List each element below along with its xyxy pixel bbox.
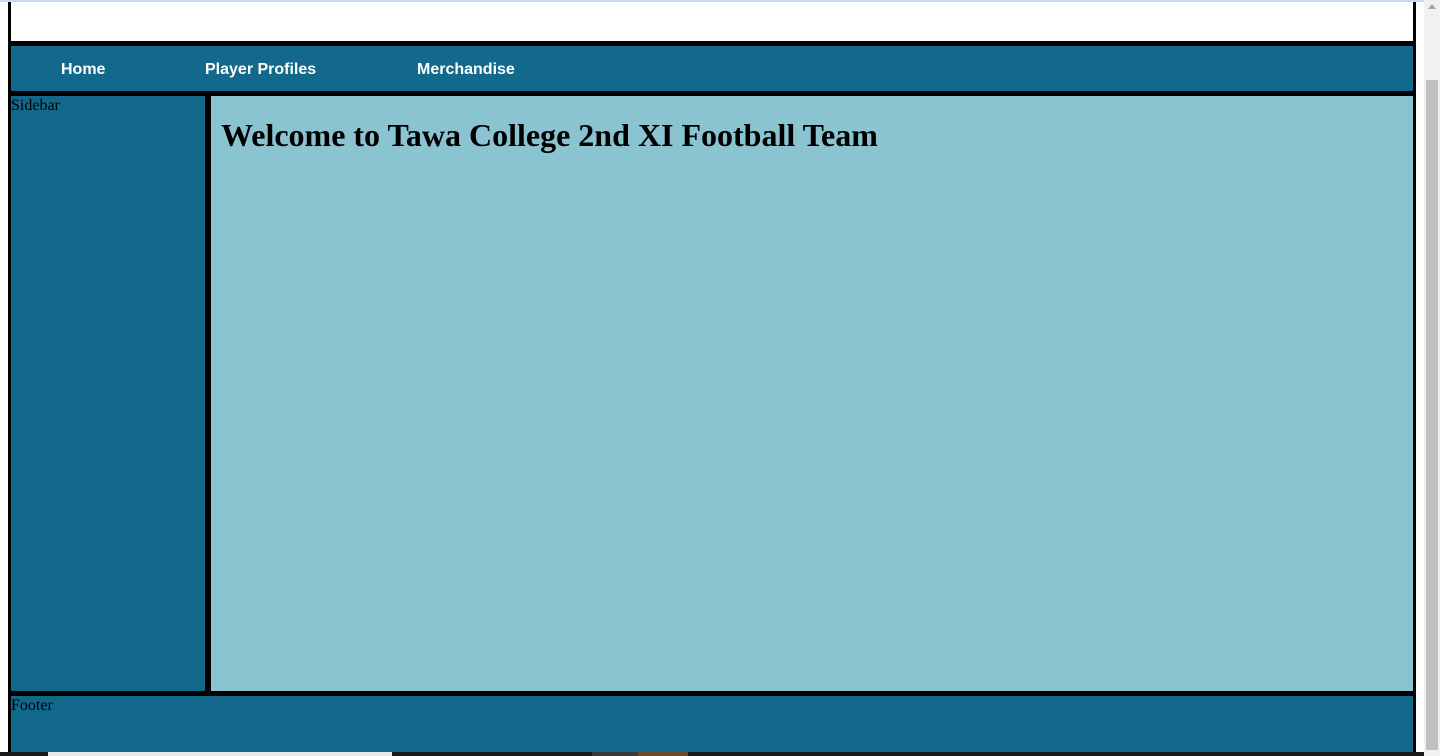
- scroll-up-arrow-icon[interactable]: [1428, 4, 1436, 9]
- taskbar-segment: [638, 752, 688, 756]
- page-title: Welcome to Tawa College 2nd XI Football …: [221, 117, 878, 153]
- nav-link-merchandise[interactable]: Merchandise: [417, 46, 515, 91]
- footer-label: Footer: [11, 697, 53, 714]
- taskbar-strip: [0, 752, 1424, 756]
- vertical-scrollbar[interactable]: [1424, 0, 1440, 756]
- nav-link-home[interactable]: Home: [61, 46, 105, 91]
- main-content: Welcome to Tawa College 2nd XI Football …: [211, 96, 1413, 691]
- taskbar-segment: [592, 752, 638, 756]
- page-footer: Footer: [11, 696, 1413, 752]
- sidebar-label: Sidebar: [11, 97, 60, 114]
- page-header: [11, 2, 1413, 41]
- taskbar-segment: [48, 752, 392, 756]
- sidebar: Sidebar: [11, 96, 205, 691]
- nav-link-player-profiles[interactable]: Player Profiles: [205, 46, 316, 91]
- main-nav: Home Player Profiles Merchandise: [11, 46, 1413, 91]
- scrollbar-thumb[interactable]: [1426, 80, 1438, 750]
